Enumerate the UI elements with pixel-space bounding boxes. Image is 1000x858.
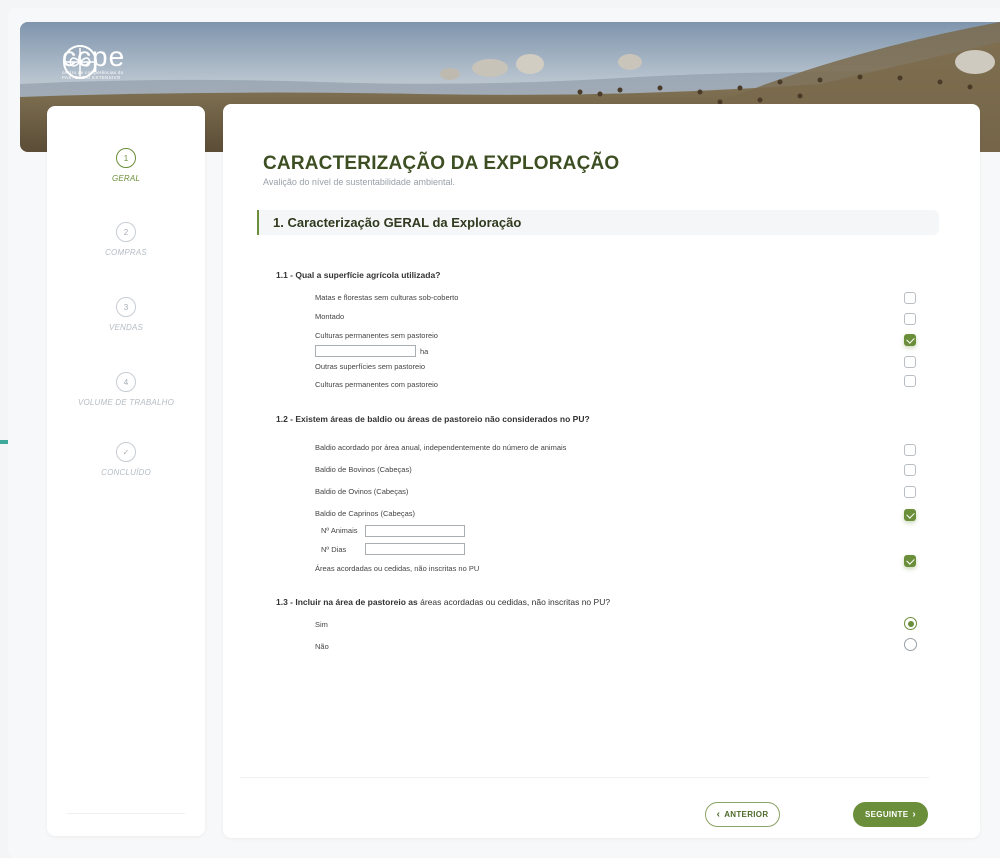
radio-sim[interactable] (904, 617, 917, 630)
previous-button[interactable]: ‹ ANTERIOR (705, 802, 780, 827)
brand-logo: ccpe centro de competências do PASTOREIO… (62, 43, 125, 81)
step-label: CONCLUÍDO (101, 468, 151, 477)
step-concluido[interactable]: ✓ CONCLUÍDO (47, 442, 205, 477)
step-label: VENDAS (108, 323, 144, 332)
option-label: Baldio de Caprinos (Cabeças) (315, 509, 416, 518)
option-label: Não (315, 642, 329, 651)
option-label: Baldio de Bovinos (Cabeças) (315, 465, 412, 474)
option-label: Culturas permanentes com pastoreio (315, 380, 438, 389)
step-label: COMPRAS (105, 248, 147, 257)
step-label: VOLUME DE TRABALHO (77, 398, 175, 407)
form-card: CARACTERIZAÇÃO DA EXPLORAÇÃO Avalição do… (223, 104, 980, 838)
next-button[interactable]: SEGUINTE › (853, 802, 928, 827)
step-label: GERAL (111, 174, 141, 183)
checkbox-baldio-area-anual[interactable] (904, 444, 916, 456)
step-number: 4 (116, 372, 136, 392)
section-header: 1. Caracterização GERAL da Exploração (257, 210, 939, 235)
option-label: Culturas permanentes sem pastoreio (315, 331, 438, 340)
days-input[interactable] (365, 543, 465, 555)
animals-input[interactable] (365, 525, 465, 537)
checkbox-montado[interactable] (904, 313, 916, 325)
next-button-label: SEGUINTE (865, 810, 909, 819)
option-label: Outras superfícies sem pastoreio (315, 362, 426, 371)
check-icon: ✓ (116, 442, 136, 462)
step-number: 3 (116, 297, 136, 317)
area-unit: ha (420, 347, 429, 356)
step-volume-de-trabalho[interactable]: 4 VOLUME DE TRABALHO (47, 372, 205, 407)
option-label: Montado (315, 312, 345, 321)
option-label: Baldio de Ovinos (Cabeças) (315, 487, 409, 496)
chevron-right-icon: › (912, 808, 916, 820)
section-title: 1. Caracterização GERAL da Exploração (273, 215, 522, 230)
question-1-3-suffix: áreas acordadas ou cedidas, não inscrita… (420, 597, 611, 607)
checkbox-outras-superficies[interactable] (904, 356, 916, 368)
step-number: 2 (116, 222, 136, 242)
checkbox-baldio-bovinos[interactable] (904, 464, 916, 476)
checkbox-culturas-com-pastoreio[interactable] (904, 375, 916, 387)
option-label: Sim (315, 620, 328, 629)
side-tab-marker (0, 440, 8, 444)
step-vendas[interactable]: 3 VENDAS (47, 297, 205, 332)
checkbox-areas-acordadas[interactable] (904, 555, 916, 567)
sidebar-divider (67, 813, 185, 814)
question-1-2: 1.2 - Existem áreas de baldio ou áreas d… (276, 414, 590, 424)
option-label: Áreas acordadas ou cedidas, não inscrita… (315, 564, 480, 573)
checkbox-matas-florestas[interactable] (904, 292, 916, 304)
stepper-sidebar: 1 GERAL 2 COMPRAS 3 VENDAS 4 VOLUME DE T… (47, 106, 205, 836)
logo-icon (63, 45, 97, 79)
option-label: Baldio acordado por área anual, independ… (315, 443, 567, 452)
option-label: Matas e florestas sem culturas sob-cober… (315, 293, 459, 302)
page-subtitle: Avalição do nível de sustentabilidade am… (263, 177, 455, 187)
area-input[interactable] (315, 345, 416, 357)
step-geral[interactable]: 1 GERAL (47, 148, 205, 183)
radio-nao[interactable] (904, 638, 917, 651)
checkbox-baldio-ovinos[interactable] (904, 486, 916, 498)
step-compras[interactable]: 2 COMPRAS (47, 222, 205, 257)
step-number: 1 (116, 148, 136, 168)
checkbox-baldio-caprinos[interactable] (904, 509, 916, 521)
question-1-1: 1.1 - Qual a superfície agrícola utiliza… (276, 270, 441, 280)
chevron-left-icon: ‹ (716, 808, 721, 820)
days-label: Nº Dias (321, 545, 347, 554)
question-1-3-prefix: 1.3 - Incluir na área de pastoreio as (276, 597, 418, 607)
footer-divider (240, 777, 929, 778)
page-title: CARACTERIZAÇÃO DA EXPLORAÇÃO (263, 153, 620, 174)
question-1-3: 1.3 - Incluir na área de pastoreio as ár… (276, 597, 610, 607)
previous-button-label: ANTERIOR (724, 810, 769, 819)
checkbox-culturas-sem-pastoreio[interactable] (904, 334, 916, 346)
animals-label: Nº Animais (321, 526, 358, 535)
